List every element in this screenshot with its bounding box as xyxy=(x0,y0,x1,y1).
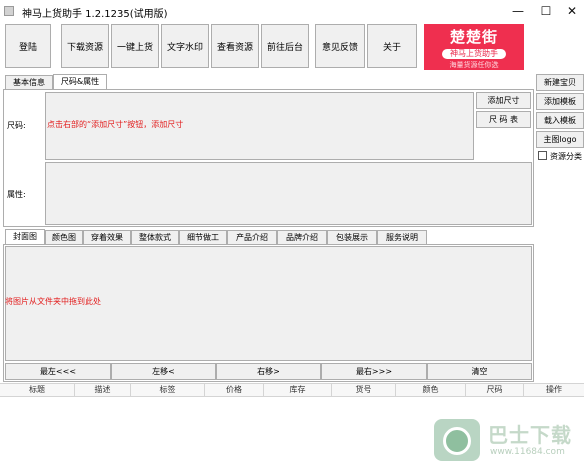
column-item-number[interactable]: 货号 xyxy=(332,384,396,396)
tab-size-attributes[interactable]: 尺码&属性 xyxy=(53,74,107,89)
move-leftmost-button[interactable]: 最左<<< xyxy=(5,363,111,380)
tab-wearing-effect[interactable]: 穿着效果 xyxy=(83,230,131,244)
tab-cover-image[interactable]: 封面图 xyxy=(5,229,45,244)
column-tags[interactable]: 标签 xyxy=(131,384,205,396)
text-watermark-button[interactable]: 文字水印 xyxy=(161,24,209,68)
watermark-logo-icon xyxy=(434,419,480,461)
watermark-url: www.11684.com xyxy=(490,447,565,457)
size-hint: 点击右部的“添加尺寸”按钮，添加尺寸 xyxy=(47,120,184,129)
maximize-button[interactable]: ☐ xyxy=(536,2,556,20)
window-title: 神马上货助手 1.2.1235(试用版) xyxy=(22,9,168,20)
column-description[interactable]: 描述 xyxy=(75,384,131,396)
tab-basic-info[interactable]: 基本信息 xyxy=(5,75,53,89)
add-template-button[interactable]: 添加模板 xyxy=(536,93,584,110)
attribute-label: 属性: xyxy=(7,190,26,199)
go-to-backend-button[interactable]: 前往后台 xyxy=(261,24,309,68)
banner-subtitle: 神马上货助手 xyxy=(442,49,506,59)
app-icon xyxy=(4,6,14,16)
column-price[interactable]: 价格 xyxy=(205,384,264,396)
column-actions[interactable]: 操作 xyxy=(524,384,584,396)
size-table-button[interactable]: 尺 码 表 xyxy=(476,111,531,128)
site-watermark: 巴士下载 www.11684.com xyxy=(434,413,582,465)
view-resources-button[interactable]: 查看资源 xyxy=(211,24,259,68)
new-item-button[interactable]: 新建宝贝 xyxy=(536,74,584,91)
title-bar: 神马上货助手 1.2.1235(试用版) — ☐ ✕ xyxy=(0,0,584,22)
chuchujie-banner[interactable]: 楚楚街 神马上货助手 海量货源任你选 xyxy=(424,24,524,70)
one-click-upload-button[interactable]: 一键上货 xyxy=(111,24,159,68)
tab-product-intro[interactable]: 产品介绍 xyxy=(227,230,277,244)
tab-service-info[interactable]: 服务说明 xyxy=(377,230,427,244)
load-template-button[interactable]: 载入模板 xyxy=(536,112,584,129)
product-table-header: 标题 描述 标签 价格 库存 货号 颜色 尺码 操作 xyxy=(0,383,584,397)
banner-title: 楚楚街 xyxy=(449,28,498,46)
watermark-text: 巴士下载 xyxy=(488,423,572,447)
tab-packaging[interactable]: 包装展示 xyxy=(327,230,377,244)
tab-detail-work[interactable]: 细节做工 xyxy=(179,230,227,244)
minimize-button[interactable]: — xyxy=(508,2,528,20)
resource-category-label: 资源分类 xyxy=(550,152,582,161)
resource-category-checkbox[interactable] xyxy=(538,151,547,160)
main-image-logo-button[interactable]: 主图logo xyxy=(536,131,584,148)
attribute-area[interactable] xyxy=(45,162,532,225)
column-color[interactable]: 颜色 xyxy=(396,384,466,396)
tab-overall-style[interactable]: 整体款式 xyxy=(131,230,179,244)
feedback-button[interactable]: 意见反馈 xyxy=(315,24,365,68)
download-resources-button[interactable]: 下载资源 xyxy=(61,24,109,68)
login-button[interactable]: 登陆 xyxy=(5,24,51,68)
move-left-button[interactable]: 左移< xyxy=(111,363,216,380)
about-button[interactable]: 关于 xyxy=(367,24,417,68)
banner-footer: 海量货源任你选 xyxy=(449,61,499,69)
size-label: 尺码: xyxy=(7,121,26,130)
column-title[interactable]: 标题 xyxy=(0,384,75,396)
drop-zone-hint: 将图片从文件夹中拖到此处 xyxy=(5,297,101,306)
clear-button[interactable]: 清空 xyxy=(427,363,532,380)
column-size[interactable]: 尺码 xyxy=(466,384,524,396)
close-button[interactable]: ✕ xyxy=(562,2,582,20)
tab-brand-intro[interactable]: 品牌介绍 xyxy=(277,230,327,244)
move-rightmost-button[interactable]: 最右>>> xyxy=(321,363,427,380)
add-size-button[interactable]: 添加尺寸 xyxy=(476,92,531,109)
tab-color-image[interactable]: 颜色图 xyxy=(45,230,83,244)
column-stock[interactable]: 库存 xyxy=(264,384,332,396)
move-right-button[interactable]: 右移> xyxy=(216,363,321,380)
